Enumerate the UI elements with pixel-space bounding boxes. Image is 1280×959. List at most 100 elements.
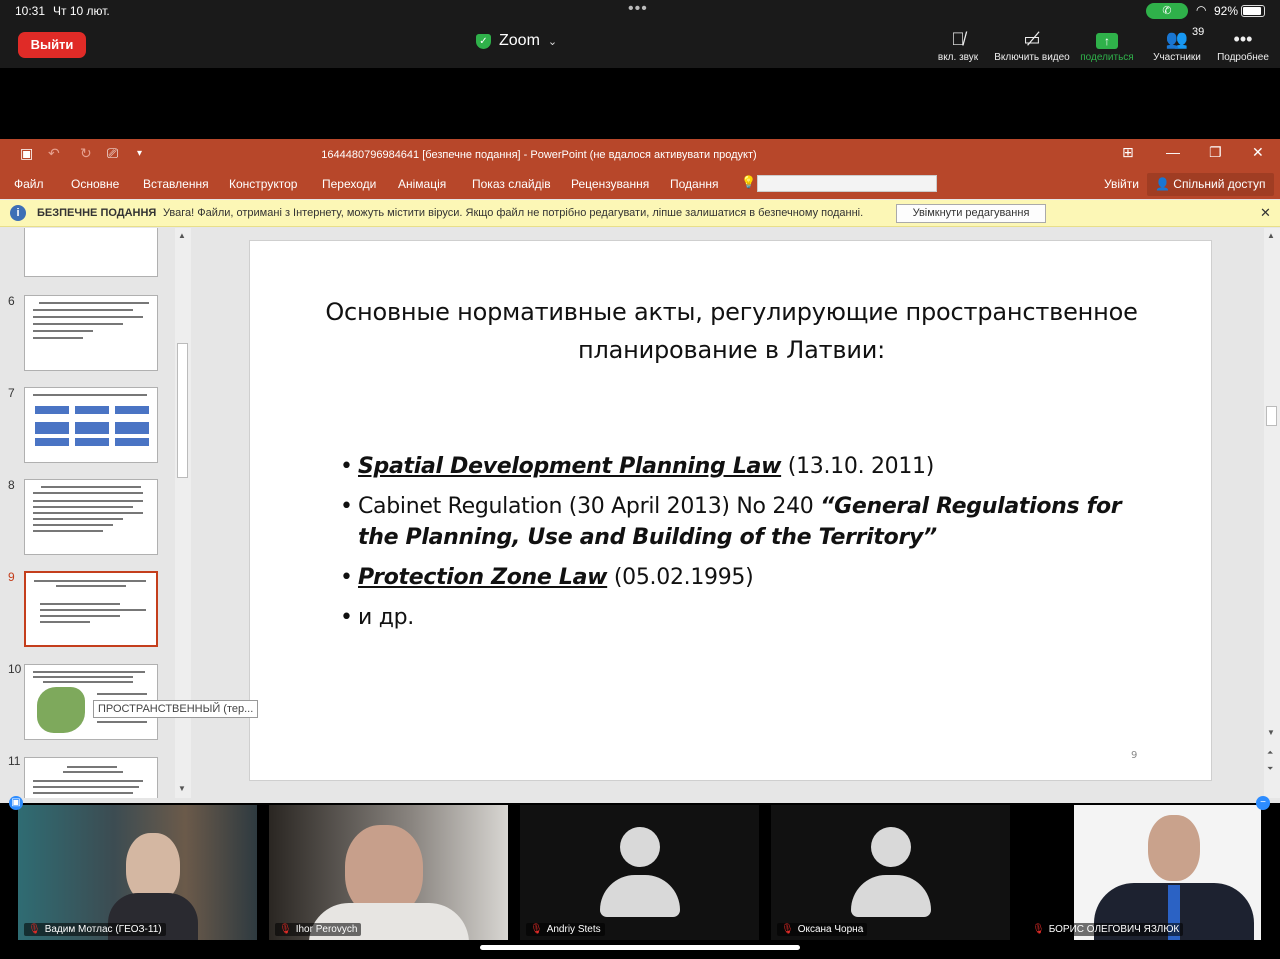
zoom-toolbar: Выйти ✓ Zoom ⌄ 🎙̸ вкл. звук ▭̸ Включить … bbox=[0, 22, 1280, 68]
slide-thumbnail-selected[interactable] bbox=[24, 571, 158, 647]
leave-button[interactable]: Выйти bbox=[18, 32, 86, 58]
bullet-item: Spatial Development Planning Law (13.10.… bbox=[340, 451, 1160, 482]
more-label: Подробнее bbox=[1217, 52, 1269, 63]
ppt-titlebar: ▣ ↶ ↻ ⎚ ▾ 1644480796984641 [безпечне под… bbox=[0, 139, 1280, 170]
participant-name: 🎙 БОРИС ОЛЕГОВИЧ ЯЗЛЮК bbox=[1028, 923, 1184, 936]
thumbnail-tooltip: ПРОСТРАНСТВЕННЫЙ (тер... bbox=[93, 700, 259, 718]
tab-view[interactable]: Подання bbox=[670, 177, 718, 191]
zoom-title: Zoom bbox=[499, 32, 540, 49]
sign-in-link[interactable]: Увійти bbox=[1104, 177, 1139, 191]
participant-tile[interactable]: 🎙 Andriy Stets bbox=[520, 805, 759, 940]
slide-thumbnail[interactable] bbox=[24, 228, 158, 277]
share-letterbox bbox=[0, 68, 1280, 139]
restore-icon[interactable]: ❐ bbox=[1209, 144, 1222, 161]
bullet-text: Cabinet Regulation (30 April 2013) No 24… bbox=[358, 494, 821, 519]
bullet-emphasis: Spatial Development Planning Law bbox=[358, 454, 782, 479]
slide-thumbnail[interactable] bbox=[24, 479, 158, 555]
slide-thumbnail[interactable] bbox=[24, 757, 158, 798]
scroll-up-icon[interactable]: ▲ bbox=[178, 231, 186, 240]
minimize-icon[interactable]: — bbox=[1166, 144, 1180, 160]
more-button[interactable]: ••• Подробнее bbox=[1212, 26, 1274, 63]
thumbnail-number: 8 bbox=[8, 478, 15, 492]
participant-name: 🎙 Andriy Stets bbox=[526, 923, 605, 936]
tab-home[interactable]: Основне bbox=[71, 177, 119, 191]
unmute-button[interactable]: 🎙̸ вкл. звук bbox=[930, 26, 986, 63]
pin-icon[interactable]: ▣ bbox=[9, 796, 23, 810]
multitasking-dots-icon[interactable]: ••• bbox=[628, 0, 648, 18]
enable-editing-button[interactable]: Увімкнути редагування bbox=[896, 204, 1046, 223]
tell-me-search[interactable] bbox=[757, 175, 937, 192]
bullet-item: Cabinet Regulation (30 April 2013) No 24… bbox=[340, 491, 1160, 553]
collapse-icon[interactable]: − bbox=[1256, 796, 1270, 810]
mic-off-icon: 🎙 bbox=[530, 924, 543, 935]
participant-tile[interactable]: 🎙 Вадим Мотлас (ГЕОЗ-11) bbox=[18, 805, 257, 940]
participant-tile[interactable]: 🎙 Ihor Perovych bbox=[269, 805, 508, 940]
participant-name: 🎙 Ihor Perovych bbox=[275, 923, 362, 936]
status-date: Чт 10 лют. bbox=[53, 4, 110, 18]
share-button[interactable]: 👤 Спільний доступ bbox=[1147, 173, 1274, 196]
bullet-item: и др. bbox=[340, 602, 1160, 633]
participant-tile[interactable]: 🎙 БОРИС ОЛЕГОВИЧ ЯЗЛЮК bbox=[1022, 805, 1261, 940]
protected-view-message: Увага! Файли, отримані з Інтернету, можу… bbox=[163, 207, 864, 219]
bullet-text: (13.10. 2011) bbox=[781, 454, 935, 479]
slide-page-number: 9 bbox=[1131, 750, 1138, 761]
protected-view-bar: i БЕЗПЕЧНЕ ПОДАННЯ Увага! Файли, отриман… bbox=[0, 200, 1280, 227]
tab-animations[interactable]: Анімація bbox=[398, 177, 446, 191]
zoom-title-menu[interactable]: ✓ Zoom ⌄ bbox=[476, 32, 557, 50]
mic-off-icon: 🎙 bbox=[781, 924, 794, 935]
shield-info-icon: i bbox=[10, 205, 26, 221]
map-image bbox=[37, 687, 85, 733]
participants-label: Участники bbox=[1153, 52, 1201, 63]
unmute-label: вкл. звук bbox=[937, 52, 979, 63]
bullet-text: (05.02.1995) bbox=[607, 565, 754, 590]
battery-icon bbox=[1241, 5, 1265, 17]
close-infobar-icon[interactable]: ✕ bbox=[1260, 205, 1271, 221]
bullet-text: и др. bbox=[358, 605, 414, 630]
home-indicator[interactable] bbox=[480, 945, 800, 950]
tab-file[interactable]: Файл bbox=[14, 177, 44, 191]
participant-count: 39 bbox=[1192, 26, 1205, 38]
window-title: 1644480796984641 [безпечне подання] - Po… bbox=[321, 149, 757, 161]
slide-scrollbar[interactable]: ▲ ▼ ⏶ ⏷ bbox=[1264, 228, 1280, 798]
scroll-down-icon[interactable]: ▼ bbox=[178, 784, 186, 793]
participant-video bbox=[1148, 815, 1200, 881]
mic-off-icon: 🎙 bbox=[1032, 924, 1045, 935]
share-button-label: Спільний доступ bbox=[1173, 177, 1266, 191]
video-off-icon: ▭̸ bbox=[1023, 29, 1041, 49]
lightbulb-icon: 💡 bbox=[741, 175, 756, 189]
start-video-button[interactable]: ▭̸ Включить видео bbox=[994, 26, 1070, 63]
slide-thumbnail[interactable] bbox=[24, 387, 158, 463]
participant-name: 🎙 Вадим Мотлас (ГЕОЗ-11) bbox=[24, 923, 166, 936]
share-arrow-icon: ↑ bbox=[1096, 33, 1118, 49]
avatar-placeholder-icon bbox=[871, 827, 911, 867]
close-icon[interactable]: ✕ bbox=[1252, 144, 1264, 161]
mic-off-icon: 🎙̸ bbox=[951, 29, 965, 49]
wifi-icon: ◠ bbox=[1196, 3, 1207, 17]
ribbon-display-icon[interactable]: ⊞ bbox=[1122, 144, 1134, 161]
bullet-item: Protection Zone Law (05.02.1995) bbox=[340, 562, 1160, 593]
slide-canvas[interactable]: Основные нормативные акты, регулирующие … bbox=[249, 240, 1212, 781]
ios-status-bar: 10:31 Чт 10 лют. ••• ✆ ◠ 92% bbox=[0, 0, 1280, 22]
previous-slide-icon[interactable]: ⏶ bbox=[1267, 748, 1273, 758]
scroll-down-icon[interactable]: ▼ bbox=[1267, 728, 1275, 737]
encryption-shield-icon: ✓ bbox=[476, 33, 491, 49]
tab-slideshow[interactable]: Показ слайдів bbox=[472, 177, 551, 191]
participant-tile[interactable]: 🎙 Оксана Чорна bbox=[771, 805, 1010, 940]
tab-review[interactable]: Рецензування bbox=[571, 177, 649, 191]
slide-title: Основные нормативные акты, регулирующие … bbox=[325, 298, 1138, 364]
scroll-up-icon[interactable]: ▲ bbox=[1267, 231, 1275, 240]
protected-view-label: БЕЗПЕЧНЕ ПОДАННЯ bbox=[37, 207, 157, 219]
tab-design[interactable]: Конструктор bbox=[229, 177, 297, 191]
share-screen-button[interactable]: ↑ поделиться bbox=[1076, 26, 1138, 63]
mic-off-icon: 🎙 bbox=[28, 924, 41, 935]
phone-call-icon[interactable]: ✆ bbox=[1146, 3, 1188, 19]
thumbnail-number-selected: 9 bbox=[8, 570, 15, 584]
tab-insert[interactable]: Вставлення bbox=[143, 177, 209, 191]
status-time: 10:31 bbox=[15, 4, 46, 18]
thumbnail-number: 6 bbox=[8, 294, 15, 308]
slide-thumbnail[interactable] bbox=[24, 295, 158, 371]
mic-off-icon: 🎙 bbox=[279, 924, 292, 935]
tab-transitions[interactable]: Переходи bbox=[322, 177, 376, 191]
participant-strip: 🎙 Вадим Мотлас (ГЕОЗ-11) 🎙 Ihor Perovych 🎙… bbox=[0, 803, 1280, 959]
next-slide-icon[interactable]: ⏷ bbox=[1267, 764, 1273, 774]
